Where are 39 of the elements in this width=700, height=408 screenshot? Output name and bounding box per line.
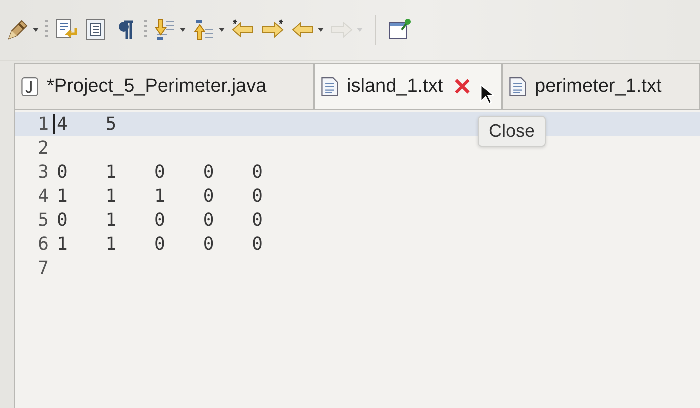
mouse-pointer-icon bbox=[480, 84, 494, 105]
toolbar-button[interactable] bbox=[192, 18, 225, 42]
editor-tab[interactable]: island_1.txt bbox=[314, 63, 502, 109]
dropdown-caret-icon bbox=[33, 28, 39, 32]
dropdown-caret-icon bbox=[180, 28, 186, 32]
code-line: 4 5 bbox=[57, 114, 117, 134]
line-number: 4 bbox=[37, 186, 49, 206]
toolbar-grip bbox=[144, 20, 147, 40]
dropdown-caret-icon bbox=[219, 28, 225, 32]
code-line: 1 1 0 0 0 bbox=[57, 234, 263, 254]
code-line: 1 1 1 0 0 bbox=[57, 186, 263, 206]
editor-tab[interactable]: perimeter_1.txt bbox=[502, 63, 700, 109]
line-number: 6 bbox=[37, 234, 49, 254]
dropdown-caret-icon bbox=[357, 28, 363, 32]
dropdown-caret-icon bbox=[318, 28, 324, 32]
toolbar-button[interactable] bbox=[6, 18, 39, 42]
java-file-icon bbox=[21, 76, 39, 96]
tooltip: Close bbox=[478, 116, 546, 147]
line-number: 2 bbox=[37, 138, 49, 158]
toolbar-button[interactable] bbox=[84, 18, 108, 42]
pin-window-icon bbox=[388, 18, 412, 42]
up-arrow-list-icon bbox=[192, 18, 216, 42]
toolbar-button[interactable] bbox=[388, 18, 412, 42]
down-arrow-list-icon bbox=[153, 18, 177, 42]
pen-icon bbox=[6, 18, 30, 42]
toolbar-button[interactable] bbox=[153, 18, 186, 42]
code-line: 0 1 0 0 0 bbox=[57, 162, 263, 182]
code-line: 0 1 0 0 0 bbox=[57, 210, 263, 230]
text-file-icon bbox=[509, 76, 527, 96]
text-file-icon bbox=[321, 76, 339, 96]
text-cursor bbox=[53, 114, 55, 134]
editor-tab[interactable]: *Project_5_Perimeter.java bbox=[14, 63, 314, 109]
close-icon[interactable] bbox=[455, 79, 470, 94]
list-icon bbox=[84, 18, 108, 42]
line-number: 5 bbox=[37, 210, 49, 230]
line-number: 1 bbox=[37, 114, 49, 134]
line-number: 7 bbox=[37, 258, 49, 278]
line-number: 3 bbox=[37, 162, 49, 182]
toolbar-grip bbox=[45, 20, 48, 40]
